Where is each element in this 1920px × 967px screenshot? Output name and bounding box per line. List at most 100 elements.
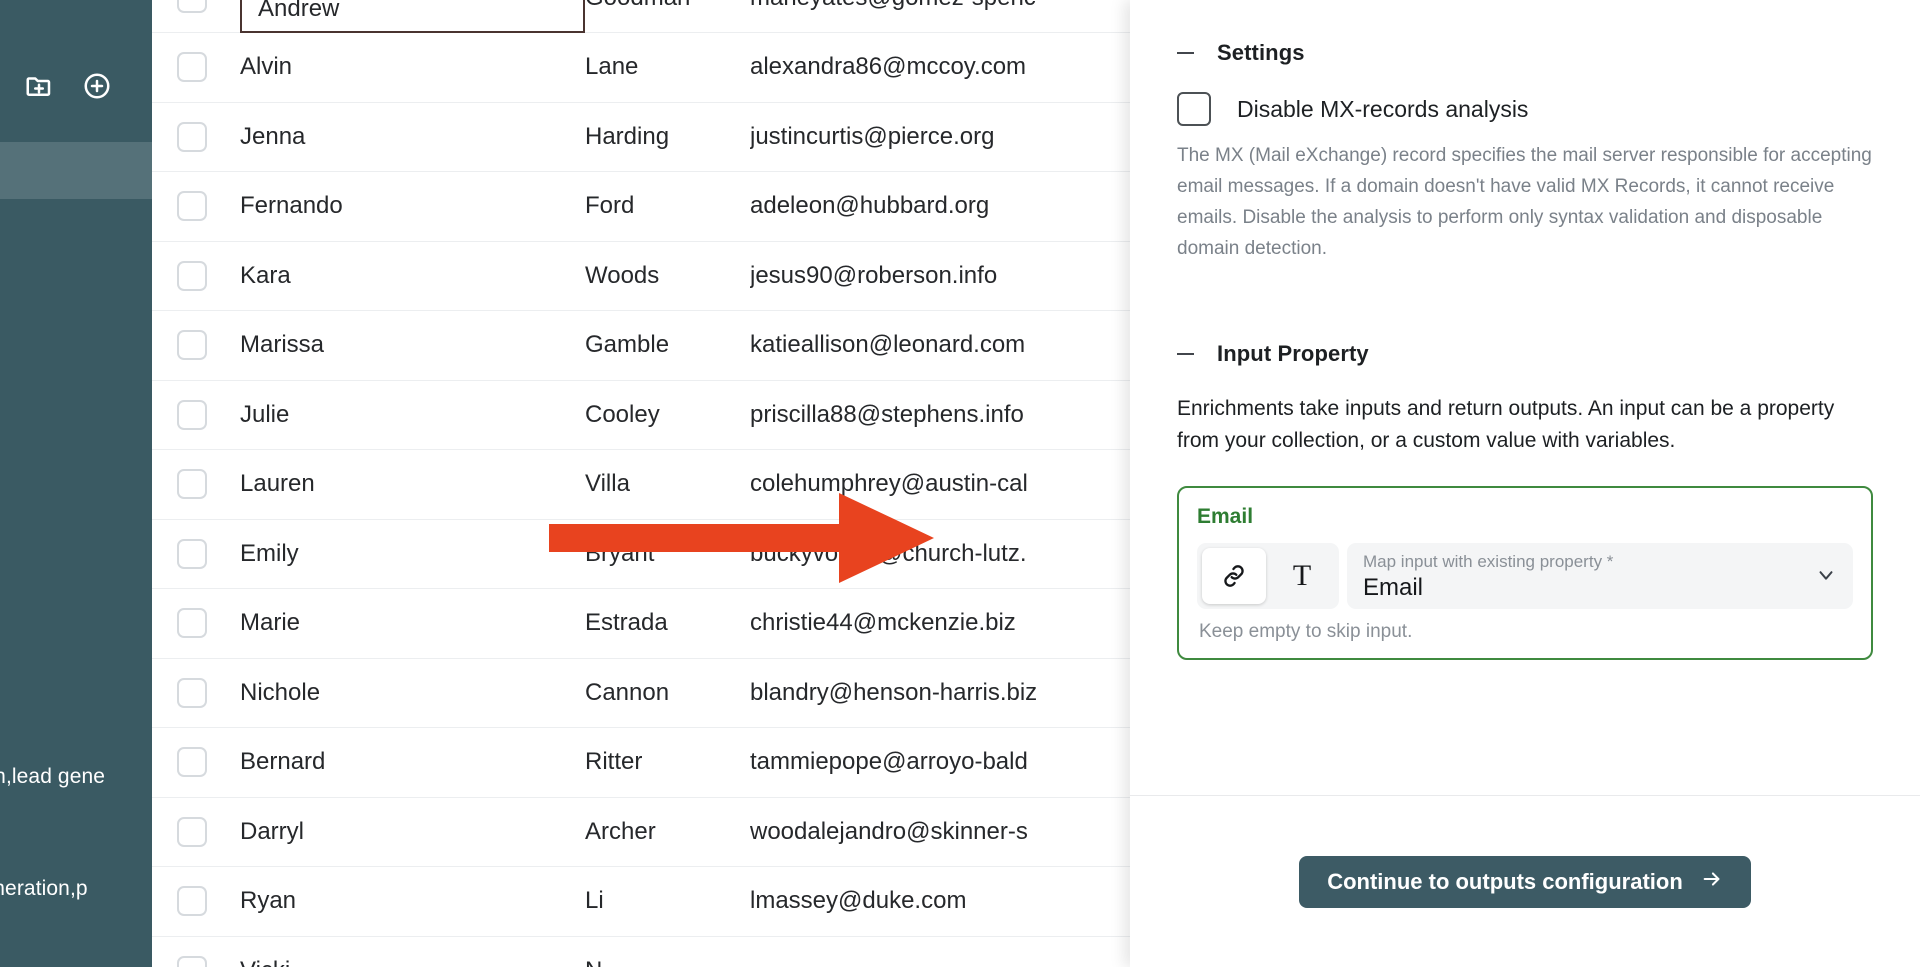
cell-last-name[interactable]: Estrada (585, 588, 750, 659)
row-checkbox[interactable] (177, 816, 207, 847)
row-checkbox[interactable] (177, 955, 207, 967)
email-card-title: Email (1197, 504, 1254, 528)
folder-plus-icon[interactable] (24, 71, 54, 101)
row-checkbox[interactable] (177, 330, 207, 361)
row-checkbox-cell[interactable] (152, 797, 240, 867)
table-row[interactable]: Kara Woods jesus90@roberson.info (152, 241, 1287, 311)
table-row[interactable]: Nichole Cannon blandry@henson-harris.biz (152, 658, 1287, 728)
table-row[interactable]: Marie Estrada christie44@mckenzie.biz (152, 588, 1287, 659)
cell-first-name[interactable]: Emily (240, 519, 585, 589)
enrichment-config-panel: Settings Disable MX-records analysis The… (1130, 0, 1920, 967)
table-row[interactable]: Fernando Ford adeleon@hubbard.org (152, 171, 1287, 242)
cell-last-name[interactable]: Ford (585, 171, 750, 242)
row-checkbox-cell[interactable] (152, 449, 240, 520)
row-checkbox[interactable] (177, 747, 207, 778)
disable-mx-checkbox[interactable] (1177, 92, 1211, 126)
panel-footer: Continue to outputs configuration (1130, 796, 1920, 967)
row-checkbox[interactable] (177, 260, 207, 291)
cell-first-name[interactable]: Ryan (240, 866, 585, 937)
cell-first-name[interactable]: Fernando (240, 171, 585, 242)
map-input-select-value: Email (1363, 574, 1424, 602)
row-checkbox[interactable] (177, 677, 207, 708)
cell-last-name[interactable]: Cooley (585, 380, 750, 450)
cell-last-name[interactable]: Villa (585, 449, 750, 520)
table-row[interactable]: Ryan Li lmassey@duke.com (152, 866, 1287, 937)
active-cell-editor[interactable]: Andrew (240, 0, 585, 33)
row-checkbox[interactable] (177, 538, 207, 569)
row-checkbox-cell[interactable] (152, 519, 240, 589)
cell-first-name[interactable]: Lauren (240, 449, 585, 520)
chevron-down-icon[interactable] (1815, 564, 1837, 591)
row-checkbox-cell[interactable] (152, 310, 240, 381)
circle-plus-icon[interactable] (82, 71, 112, 101)
row-checkbox-cell[interactable] (152, 380, 240, 450)
cell-first-name[interactable]: Marie (240, 588, 585, 659)
row-checkbox-cell[interactable] (152, 936, 240, 967)
row-checkbox[interactable] (177, 0, 207, 13)
sidebar-selected-item[interactable] (0, 142, 152, 199)
table-row[interactable]: Julie Cooley priscilla88@stephens.info (152, 380, 1287, 450)
text-mode-button[interactable]: T (1270, 548, 1334, 604)
cell-first-name[interactable]: Jenna (240, 102, 585, 172)
table-row[interactable]: Emily Bryant buckyvonne@church-lutz. (152, 519, 1287, 589)
cell-first-name[interactable]: Kara (240, 241, 585, 311)
row-checkbox-cell[interactable] (152, 241, 240, 311)
cell-first-name[interactable]: Alvin (240, 32, 585, 103)
input-mode-row: T Map input with existing property * Ema… (1197, 542, 1853, 609)
cell-last-name[interactable]: Ritter (585, 727, 750, 798)
input-property-intro: Enrichments take inputs and return outpu… (1177, 396, 1835, 453)
cell-last-name[interactable]: Goodman (585, 0, 750, 33)
table-row[interactable]: Bernard Ritter tammiepope@arroyo-bald (152, 727, 1287, 798)
settings-section-header[interactable]: Settings (1177, 40, 1873, 66)
cell-first-name[interactable]: Marissa (240, 310, 585, 381)
cell-last-name[interactable]: Harding (585, 102, 750, 172)
row-checkbox[interactable] (177, 886, 207, 917)
cell-last-name[interactable]: Lane (585, 32, 750, 103)
row-checkbox-cell[interactable] (152, 171, 240, 242)
row-checkbox[interactable] (177, 608, 207, 639)
row-checkbox[interactable] (177, 52, 207, 83)
cell-first-name[interactable]: Darryl (240, 797, 585, 867)
row-checkbox-cell[interactable] (152, 658, 240, 728)
row-checkbox-cell[interactable] (152, 0, 240, 33)
row-checkbox-cell[interactable] (152, 588, 240, 659)
cell-last-name[interactable]: Li (585, 866, 750, 937)
map-input-select[interactable]: Map input with existing property * Email (1347, 542, 1853, 609)
sidebar-tag-text-1: each,lead gene (0, 765, 106, 788)
arrow-right-icon (1701, 868, 1723, 896)
table-row[interactable]: Jenna Harding justincurtis@pierce.org (152, 102, 1287, 172)
table-row[interactable]: Marissa Gamble katieallison@leonard.com (152, 310, 1287, 381)
row-checkbox-cell[interactable] (152, 32, 240, 103)
cell-first-name[interactable]: Vicki (240, 936, 585, 967)
cell-first-name[interactable]: Julie (240, 380, 585, 450)
table-row[interactable]: Darryl Archer woodalejandro@skinner-s (152, 797, 1287, 867)
cell-last-name[interactable]: Woods (585, 241, 750, 311)
sidebar-action-icons (0, 58, 152, 114)
disable-mx-label: Disable MX-records analysis (1237, 95, 1529, 122)
cell-first-name[interactable]: Bernard (240, 727, 585, 798)
row-checkbox-cell[interactable] (152, 866, 240, 937)
cell-last-name[interactable]: Cannon (585, 658, 750, 728)
disable-mx-checkbox-row[interactable]: Disable MX-records analysis (1177, 92, 1873, 126)
input-property-section-header[interactable]: Input Property (1177, 341, 1873, 367)
table-row[interactable]: Alvin Lane alexandra86@mccoy.com (152, 32, 1287, 103)
cell-last-name[interactable]: N (585, 936, 750, 967)
row-checkbox-cell[interactable] (152, 727, 240, 798)
cell-last-name[interactable]: Gamble (585, 310, 750, 381)
row-checkbox[interactable] (177, 191, 207, 222)
input-property-title: Input Property (1217, 340, 1369, 366)
collapse-minus-icon[interactable] (1177, 352, 1194, 355)
cell-first-name[interactable]: Nichole (240, 658, 585, 728)
cell-last-name[interactable]: Bryant (585, 519, 750, 589)
table-row[interactable]: VickiN (152, 936, 1287, 967)
link-mode-button[interactable] (1202, 547, 1266, 604)
row-checkbox[interactable] (177, 121, 207, 152)
continue-to-outputs-button[interactable]: Continue to outputs configuration (1299, 855, 1751, 908)
cell-last-name[interactable]: Archer (585, 797, 750, 867)
table-row[interactable]: Lauren Villa colehumphrey@austin-cal (152, 449, 1287, 520)
row-checkbox[interactable] (177, 399, 207, 430)
text-T-icon: T (1292, 558, 1312, 592)
row-checkbox-cell[interactable] (152, 102, 240, 172)
row-checkbox[interactable] (177, 469, 207, 500)
collapse-minus-icon[interactable] (1177, 52, 1194, 54)
